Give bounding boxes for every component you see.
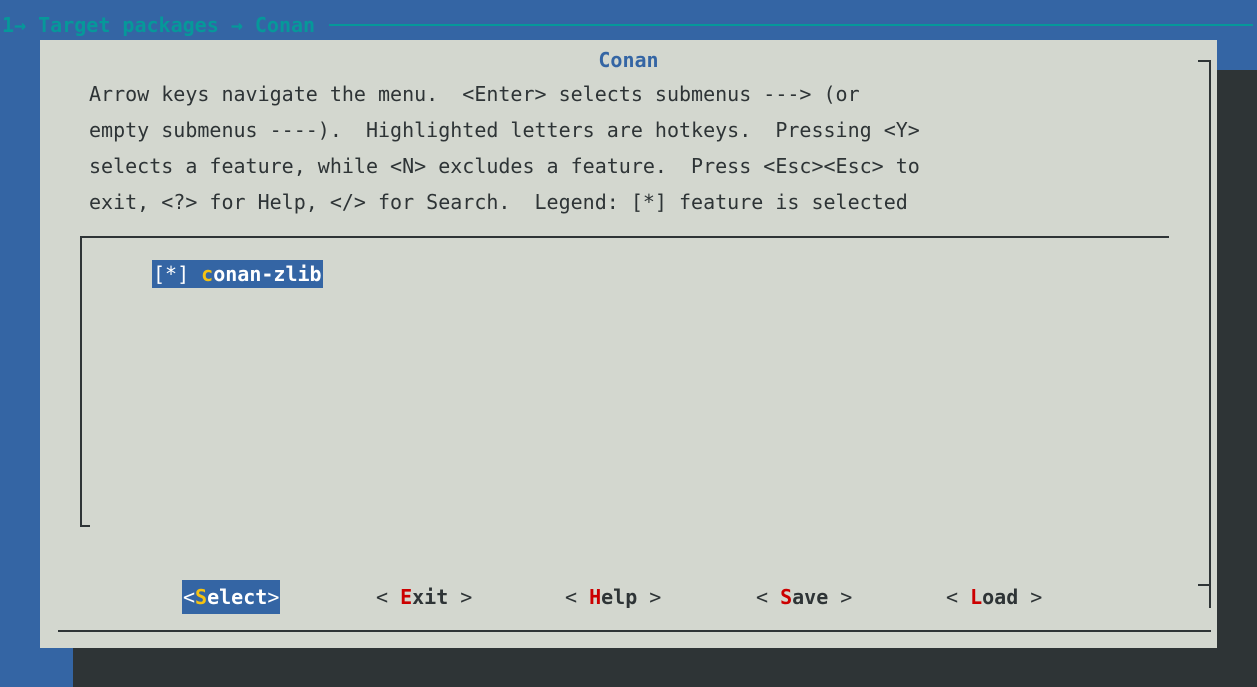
- backtitle-breadcrumb: 1→ Target packages → Conan: [2, 13, 316, 37]
- menu-item-hotkey: c: [201, 262, 214, 286]
- select-button-open: <: [183, 585, 196, 609]
- button-bar: <Select> < Exit > < Help > < Save > < Lo…: [40, 580, 1217, 614]
- exit-button-open: <: [376, 585, 401, 609]
- menu-list-border-corner: [80, 525, 90, 527]
- menu-item-conan-zlib[interactable]: [*] c onan-zlib: [152, 260, 323, 288]
- dialog-frame-bottom: [58, 630, 1211, 632]
- help-button-label: elp: [601, 585, 638, 609]
- select-button-close: >: [267, 585, 280, 609]
- load-button[interactable]: < Load >: [946, 580, 1042, 614]
- menu-list: [*] c onan-zlib: [80, 236, 1169, 528]
- help-button-open: <: [565, 585, 590, 609]
- dialog-title: Conan: [598, 48, 659, 72]
- dialog-frame-corner-top: [1198, 60, 1210, 62]
- exit-button-hotkey: E: [400, 585, 413, 609]
- load-button-label: oad: [982, 585, 1019, 609]
- save-button-open: <: [756, 585, 781, 609]
- backtitle-rule: [329, 24, 1253, 26]
- backtitle: 1→ Target packages → Conan: [0, 10, 1257, 40]
- load-button-hotkey: L: [970, 585, 983, 609]
- menu-list-border-top: [80, 236, 1169, 238]
- help-line: exit, <?> for Help, </> for Search. Lege…: [89, 190, 908, 214]
- dialog-frame-right: [1209, 60, 1211, 608]
- terminal-screen: 1→ Target packages → Conan Conan Arrow k…: [0, 0, 1257, 687]
- help-button-hotkey: H: [589, 585, 602, 609]
- select-button-hotkey: S: [195, 585, 208, 609]
- help-text: Arrow keys navigate the menu. <Enter> se…: [89, 76, 1199, 220]
- load-button-open: <: [946, 585, 971, 609]
- menu-item-label: onan-zlib: [213, 262, 322, 286]
- help-button-close: >: [637, 585, 662, 609]
- exit-button[interactable]: < Exit >: [376, 580, 472, 614]
- exit-button-close: >: [448, 585, 473, 609]
- select-button[interactable]: <Select>: [182, 580, 281, 614]
- menu-item-checkbox[interactable]: [*]: [153, 260, 189, 288]
- menu-list-border-left: [80, 236, 82, 527]
- help-line: selects a feature, while <N> excludes a …: [89, 154, 920, 178]
- menuconfig-dialog: Conan Arrow keys navigate the menu. <Ent…: [40, 40, 1217, 648]
- dialog-shadow-right: [1217, 70, 1257, 687]
- save-button-close: >: [828, 585, 853, 609]
- save-button[interactable]: < Save >: [756, 580, 852, 614]
- select-button-label: elect: [207, 585, 268, 609]
- help-line: empty submenus ----). Highlighted letter…: [89, 118, 920, 142]
- exit-button-label: xit: [412, 585, 449, 609]
- dialog-shadow-bottom: [73, 648, 1257, 687]
- help-button[interactable]: < Help >: [565, 580, 661, 614]
- load-button-close: >: [1018, 585, 1043, 609]
- help-line: Arrow keys navigate the menu. <Enter> se…: [89, 82, 860, 106]
- save-button-hotkey: S: [780, 585, 793, 609]
- save-button-label: ave: [792, 585, 829, 609]
